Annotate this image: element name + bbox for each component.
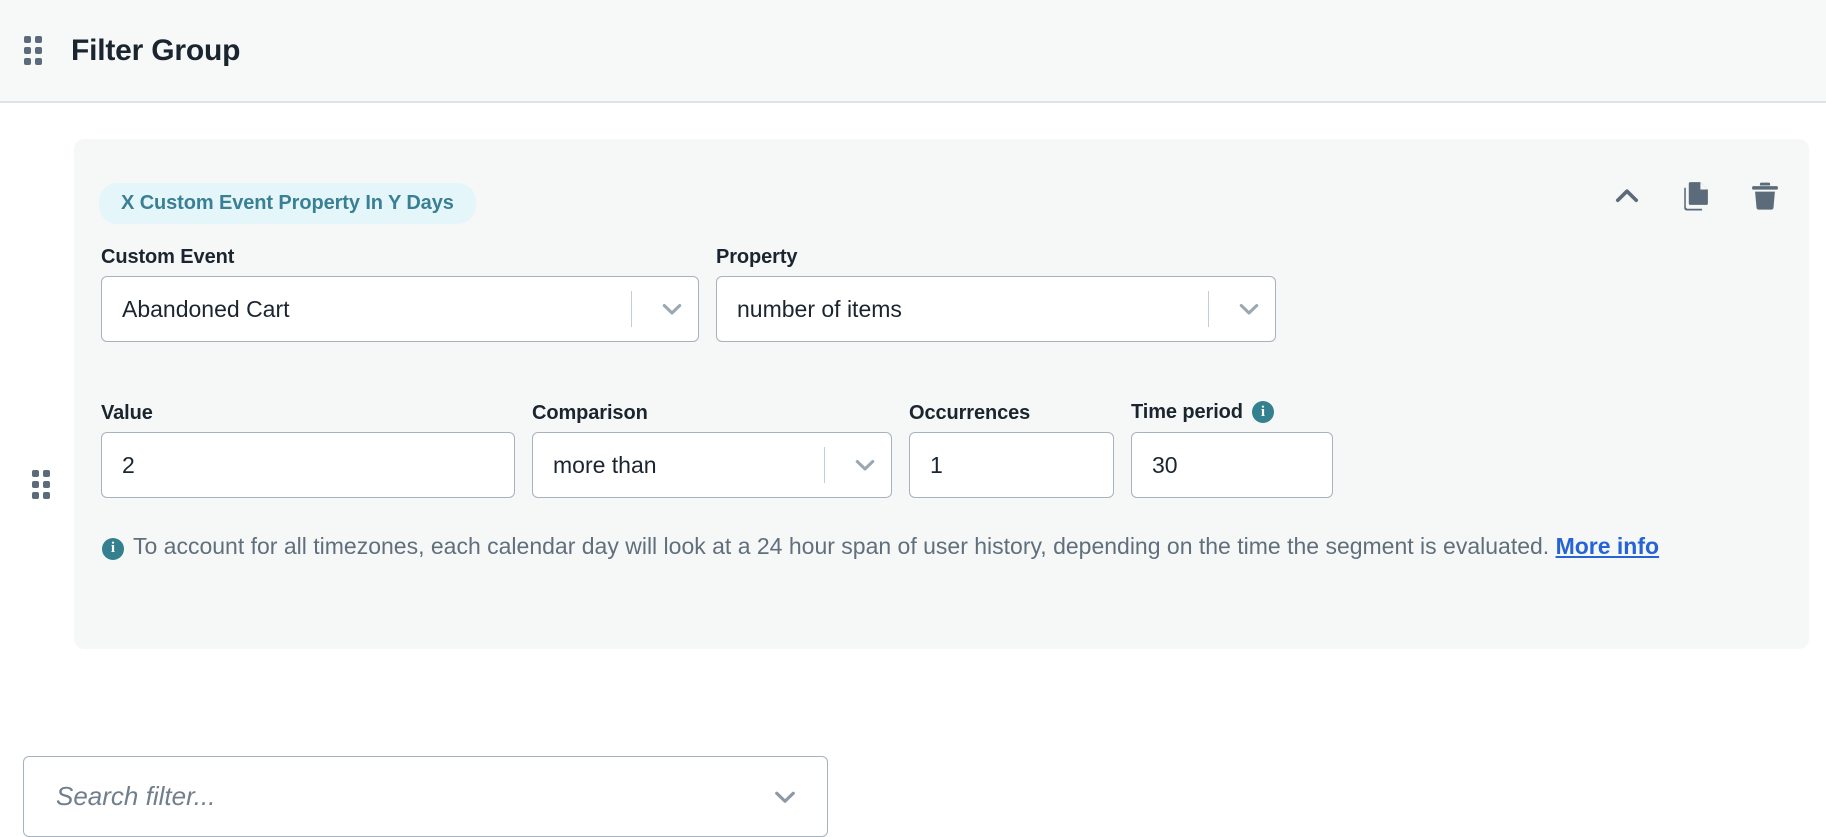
duplicate-button[interactable] bbox=[1679, 179, 1713, 213]
drag-dot bbox=[32, 470, 39, 477]
filter-field-row-1: Custom Event Abandoned Cart Property num… bbox=[101, 247, 1276, 342]
drag-dot bbox=[32, 481, 39, 488]
chevron-down-icon bbox=[765, 781, 805, 813]
chevron-down-icon bbox=[646, 294, 698, 324]
filter-card-actions bbox=[1610, 179, 1782, 213]
time-period-label-text: Time period bbox=[1131, 401, 1243, 423]
custom-event-label: Custom Event bbox=[101, 246, 235, 268]
property-select[interactable]: number of items bbox=[716, 276, 1276, 342]
info-icon[interactable]: i bbox=[1251, 401, 1274, 423]
page-header: Filter Group bbox=[0, 0, 1826, 103]
select-divider bbox=[630, 291, 632, 327]
occurrences-value: 1 bbox=[930, 451, 943, 478]
value-input[interactable]: 2 bbox=[101, 432, 515, 498]
drag-dot bbox=[43, 481, 50, 488]
value-label: Value bbox=[101, 402, 153, 424]
page-title: Filter Group bbox=[71, 33, 241, 67]
custom-event-select[interactable]: Abandoned Cart bbox=[101, 276, 699, 342]
copy-icon bbox=[1684, 182, 1708, 211]
time-period-field-group: Time period i 30 bbox=[1131, 401, 1333, 498]
drag-dot bbox=[43, 470, 50, 477]
drag-dot bbox=[32, 492, 39, 499]
search-filter-select[interactable]: Search filter... bbox=[23, 756, 828, 837]
collapse-button[interactable] bbox=[1610, 179, 1644, 213]
helper-text: To account for all timezones, each calen… bbox=[133, 533, 1550, 559]
chevron-up-icon bbox=[1615, 189, 1639, 203]
occurrences-label: Occurrences bbox=[909, 402, 1031, 424]
property-value: number of items bbox=[737, 295, 902, 322]
select-divider bbox=[1207, 291, 1209, 327]
comparison-select[interactable]: more than bbox=[532, 432, 892, 498]
trash-icon bbox=[1752, 182, 1778, 210]
time-period-label: Time period i bbox=[1131, 401, 1333, 423]
filter-row-drag-handle-icon[interactable] bbox=[32, 470, 50, 499]
filter-type-badge[interactable]: X Custom Event Property In Y Days bbox=[99, 183, 476, 224]
drag-dot bbox=[35, 47, 42, 54]
custom-event-field-group: Custom Event Abandoned Cart bbox=[101, 247, 699, 342]
drag-dot bbox=[24, 58, 31, 65]
value-input-value: 2 bbox=[122, 451, 135, 478]
more-info-link[interactable]: More info bbox=[1556, 533, 1660, 559]
custom-event-value: Abandoned Cart bbox=[122, 295, 290, 322]
property-field-group: Property number of items bbox=[716, 247, 1276, 342]
comparison-label: Comparison bbox=[532, 402, 648, 424]
timezone-helper-text: i To account for all timezones, each cale… bbox=[102, 529, 1692, 563]
drag-dot bbox=[43, 492, 50, 499]
chevron-down-icon bbox=[839, 450, 891, 480]
info-icon: i bbox=[102, 537, 124, 560]
filter-field-row-2: Value 2 Comparison more than Occurrences… bbox=[101, 401, 1333, 498]
drag-dot bbox=[35, 58, 42, 65]
filter-card: X Custom Event Property In Y Days Custom… bbox=[74, 139, 1809, 649]
chevron-down-icon bbox=[1223, 294, 1275, 324]
occurrences-input[interactable]: 1 bbox=[909, 432, 1114, 498]
value-field-group: Value 2 bbox=[101, 403, 515, 498]
time-period-value: 30 bbox=[1152, 451, 1178, 478]
drag-dot bbox=[24, 36, 31, 43]
occurrences-field-group: Occurrences 1 bbox=[909, 403, 1114, 498]
search-filter-placeholder: Search filter... bbox=[56, 781, 216, 811]
comparison-value: more than bbox=[553, 451, 657, 478]
drag-dot bbox=[35, 36, 42, 43]
drag-dot bbox=[24, 47, 31, 54]
time-period-input[interactable]: 30 bbox=[1131, 432, 1333, 498]
comparison-field-group: Comparison more than bbox=[532, 403, 892, 498]
drag-grid-icon[interactable] bbox=[24, 36, 42, 65]
delete-button[interactable] bbox=[1748, 179, 1782, 213]
property-label: Property bbox=[716, 246, 798, 268]
select-divider bbox=[823, 447, 825, 483]
